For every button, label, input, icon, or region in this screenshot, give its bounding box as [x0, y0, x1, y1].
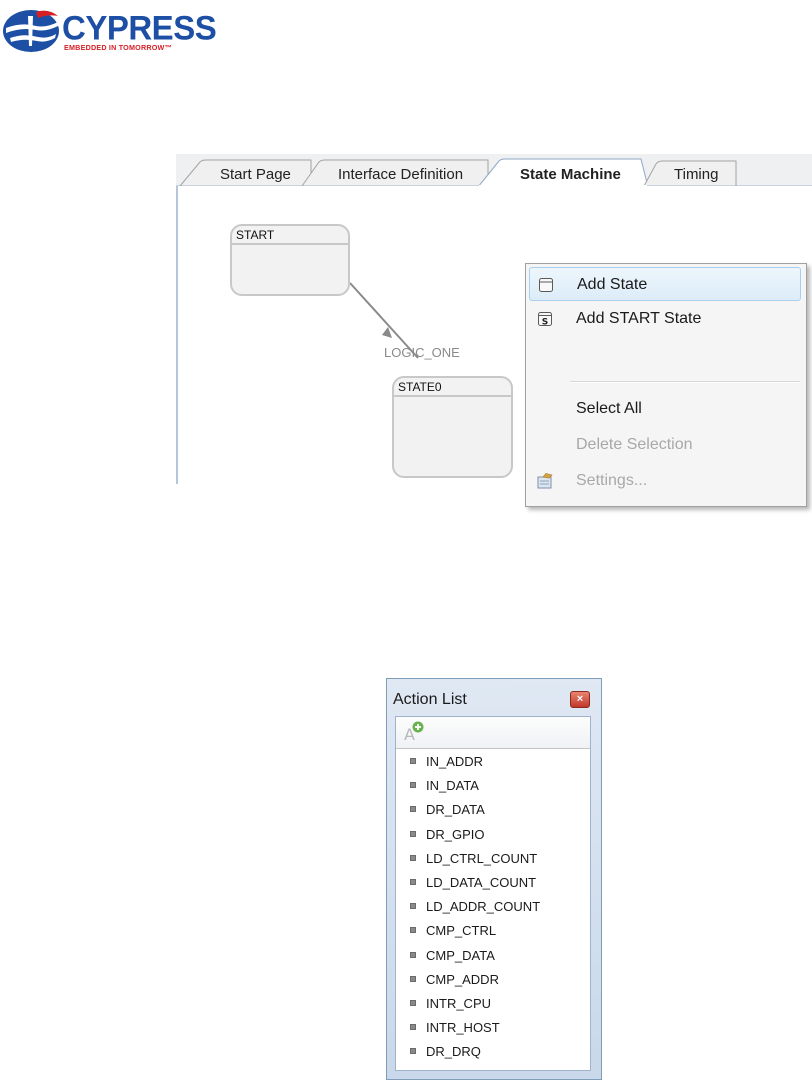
- menu-item-label: Settings...: [576, 472, 648, 489]
- bullet-icon: [410, 806, 416, 813]
- bullet-icon: [410, 999, 416, 1006]
- svg-text:S: S: [542, 318, 548, 328]
- action-item-label: IN_DATA: [426, 778, 479, 794]
- action-list-content: A IN_ADDR IN_DATA DR_DATA DR_GPIO LD_CTRL_CO…: [395, 716, 591, 1071]
- action-list-panel: Action List × A IN_ADDR IN_DATA DR_DATA DR_…: [386, 678, 602, 1080]
- action-list-item[interactable]: DR_DRQ: [396, 1042, 590, 1066]
- add-action-icon[interactable]: A: [401, 720, 427, 744]
- menu-item-label: Add START State: [576, 310, 702, 327]
- bullet-icon: [410, 1048, 416, 1055]
- action-toolbar: A: [396, 717, 590, 749]
- state-title: START: [232, 226, 348, 245]
- settings-icon: [537, 473, 553, 489]
- bullet-icon: [410, 830, 416, 837]
- action-list-item[interactable]: DR_DATA: [396, 800, 590, 824]
- bullet-icon: [410, 854, 416, 861]
- action-list-item[interactable]: LD_CTRL_COUNT: [396, 849, 590, 873]
- action-item-label: DR_DRQ: [426, 1044, 481, 1060]
- action-list-item[interactable]: DR_GPIO: [396, 825, 590, 849]
- state-state0[interactable]: STATE0: [392, 376, 513, 478]
- action-item-label: DR_DATA: [426, 802, 485, 818]
- action-item-label: DR_GPIO: [426, 826, 485, 842]
- action-item-label: CMP_DATA: [426, 947, 495, 963]
- start-state-icon: S: [538, 312, 552, 328]
- action-item-label: INTR_CPU: [426, 995, 492, 1011]
- tab-start-page[interactable]: Start Page: [220, 166, 291, 183]
- action-list: IN_ADDR IN_DATA DR_DATA DR_GPIO LD_CTRL_COUN…: [396, 752, 590, 1066]
- state-machine-canvas[interactable]: START LOGIC_ONE STATE0 Add State S Add S…: [176, 186, 812, 507]
- action-item-label: LD_DATA_COUNT: [426, 874, 537, 890]
- action-list-item[interactable]: IN_DATA: [396, 776, 590, 800]
- state-machine-editor: Start Page Interface Definition State Ma…: [176, 154, 812, 507]
- logo-wordmark: CYPRESS: [62, 8, 217, 47]
- menu-item-settings[interactable]: Settings...: [529, 464, 801, 498]
- bullet-icon: [410, 878, 416, 885]
- cypress-logo: CYPRESS EMBEDDED IN TOMORROW™: [0, 0, 217, 60]
- menu-item-add-start-state[interactable]: S Add START State: [529, 302, 801, 336]
- action-list-item[interactable]: LD_DATA_COUNT: [396, 873, 590, 897]
- bullet-icon: [410, 951, 416, 958]
- logo-tagline: EMBEDDED IN TOMORROW™: [64, 43, 172, 52]
- menu-item-select-all[interactable]: Select All: [529, 392, 801, 426]
- bullet-icon: [410, 975, 416, 982]
- action-item-label: IN_ADDR: [426, 754, 484, 769]
- state-box-icon: [539, 278, 553, 292]
- menu-item-label: Select All: [576, 400, 642, 417]
- panel-title: Action List: [393, 691, 467, 708]
- action-list-item[interactable]: LD_ADDR_COUNT: [396, 897, 590, 921]
- transition-label[interactable]: LOGIC_ONE: [384, 345, 460, 360]
- action-list-item[interactable]: IN_ADDR: [396, 752, 590, 776]
- menu-item-label: Delete Selection: [576, 436, 693, 453]
- action-item-label: LD_CTRL_COUNT: [426, 850, 538, 866]
- action-list-item[interactable]: CMP_DATA: [396, 946, 590, 970]
- bullet-icon: [410, 903, 416, 910]
- action-item-label: INTR_HOST: [426, 1020, 500, 1036]
- menu-item-delete-selection[interactable]: Delete Selection: [529, 428, 801, 462]
- state-start[interactable]: START: [230, 224, 350, 296]
- action-item-label: LD_ADDR_COUNT: [426, 899, 541, 915]
- state-title: STATE0: [394, 378, 511, 397]
- action-list-item[interactable]: INTR_HOST: [396, 1018, 590, 1042]
- tab-bar: Start Page Interface Definition State Ma…: [176, 154, 812, 187]
- action-list-item[interactable]: CMP_CTRL: [396, 921, 590, 945]
- close-icon: ×: [576, 693, 584, 705]
- menu-separator: [570, 381, 800, 383]
- context-menu: Add State S Add START State Select All D…: [525, 263, 807, 507]
- cypress-tree-logo-icon: [3, 10, 59, 52]
- action-item-label: CMP_CTRL: [426, 923, 497, 939]
- bullet-icon: [410, 782, 416, 789]
- tab-state-machine[interactable]: State Machine: [520, 166, 621, 183]
- action-list-item[interactable]: INTR_CPU: [396, 994, 590, 1018]
- menu-item-label: Add State: [577, 276, 648, 293]
- tab-timing[interactable]: Timing: [674, 166, 718, 183]
- bullet-icon: [410, 1024, 416, 1031]
- bullet-icon: [410, 927, 416, 934]
- tab-interface-definition[interactable]: Interface Definition: [338, 166, 463, 183]
- menu-item-add-state[interactable]: Add State: [529, 267, 801, 301]
- action-list-item[interactable]: CMP_ADDR: [396, 970, 590, 994]
- close-button[interactable]: ×: [570, 691, 590, 708]
- action-item-label: CMP_ADDR: [426, 971, 499, 987]
- bullet-icon: [410, 758, 416, 764]
